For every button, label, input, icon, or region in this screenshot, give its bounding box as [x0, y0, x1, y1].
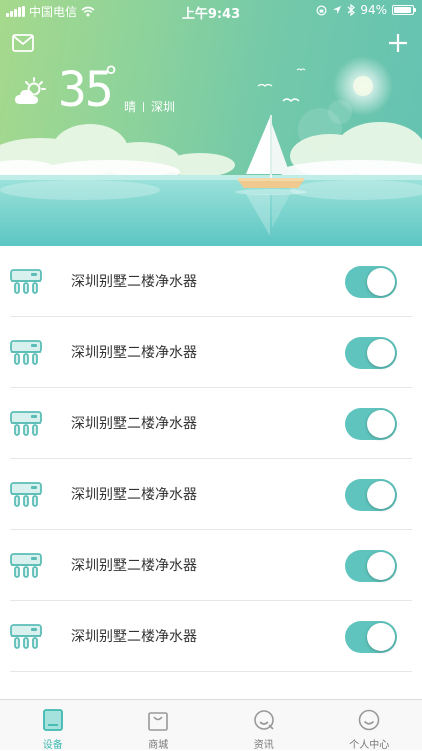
device-row[interactable]: 深圳别墅二楼净水器: [0, 388, 422, 459]
device-name: 深圳别墅二楼净水器: [71, 627, 197, 647]
device-name: 深圳别墅二楼净水器: [71, 414, 197, 434]
degree-symbol: °: [104, 60, 118, 93]
tab-label: 设备: [0, 736, 106, 751]
device-power-toggle[interactable]: [345, 621, 397, 653]
bottom-tab-bar: 设备 商城 资讯 个人中心: [0, 699, 422, 750]
battery-icon: [392, 5, 414, 15]
toggle-knob: [367, 268, 395, 296]
water-purifier-icon: [10, 623, 42, 651]
device-row[interactable]: 深圳别墅二楼净水器: [0, 530, 422, 601]
smiley-profile-icon: [358, 709, 380, 731]
separator: [143, 102, 144, 112]
mail-icon[interactable]: [12, 34, 34, 52]
weather-city: 深圳: [151, 98, 175, 115]
toggle-knob: [367, 481, 395, 509]
tab-mall[interactable]: 商城: [106, 700, 212, 750]
device-power-toggle[interactable]: [345, 550, 397, 582]
device-power-toggle[interactable]: [345, 408, 397, 440]
tab-news[interactable]: 资讯: [211, 700, 317, 750]
device-name: 深圳别墅二楼净水器: [71, 485, 197, 505]
device-row[interactable]: 深圳别墅二楼净水器: [0, 246, 422, 317]
tab-label: 资讯: [211, 736, 317, 751]
sea-sailboat-illustration: [0, 0, 422, 246]
partly-cloudy-icon: [14, 76, 48, 106]
battery-percentage: 94%: [360, 3, 387, 17]
device-row[interactable]: 深圳别墅二楼净水器: [0, 601, 422, 672]
water-purifier-icon: [10, 410, 42, 438]
shopping-bag-icon: [147, 709, 169, 731]
tab-profile[interactable]: 个人中心: [317, 700, 422, 750]
news-search-icon: [253, 709, 275, 731]
device-power-toggle[interactable]: [345, 479, 397, 511]
orientation-lock-icon: [316, 5, 327, 16]
device-power-toggle[interactable]: [345, 337, 397, 369]
tab-device[interactable]: 设备: [0, 700, 106, 750]
device-row[interactable]: 深圳别墅二楼净水器: [0, 317, 422, 388]
water-purifier-icon: [10, 268, 42, 296]
tab-label: 商城: [106, 736, 212, 751]
weather-condition: 晴: [124, 98, 136, 115]
toggle-knob: [367, 623, 395, 651]
device-power-toggle[interactable]: [345, 266, 397, 298]
toggle-knob: [367, 410, 395, 438]
device-list: 深圳别墅二楼净水器 深圳别墅二楼净水器: [0, 246, 422, 672]
weather-hero: 中国电信 上午9:43 94%: [0, 0, 422, 246]
toggle-knob: [367, 339, 395, 367]
device-name: 深圳别墅二楼净水器: [71, 556, 197, 576]
water-purifier-icon: [10, 339, 42, 367]
add-device-button[interactable]: [388, 33, 408, 53]
water-purifier-icon: [10, 552, 42, 580]
device-row[interactable]: 深圳别墅二楼净水器: [0, 459, 422, 530]
toggle-knob: [367, 552, 395, 580]
device-name: 深圳别墅二楼净水器: [71, 343, 197, 363]
status-bar: 中国电信 上午9:43 94%: [0, 0, 422, 22]
bluetooth-icon: [347, 4, 355, 16]
weather-summary: 晴 深圳: [124, 98, 175, 115]
device-icon: [42, 709, 64, 731]
tab-label: 个人中心: [317, 736, 422, 751]
water-purifier-icon: [10, 481, 42, 509]
device-name: 深圳别墅二楼净水器: [71, 272, 197, 292]
location-arrow-icon: [332, 5, 342, 15]
